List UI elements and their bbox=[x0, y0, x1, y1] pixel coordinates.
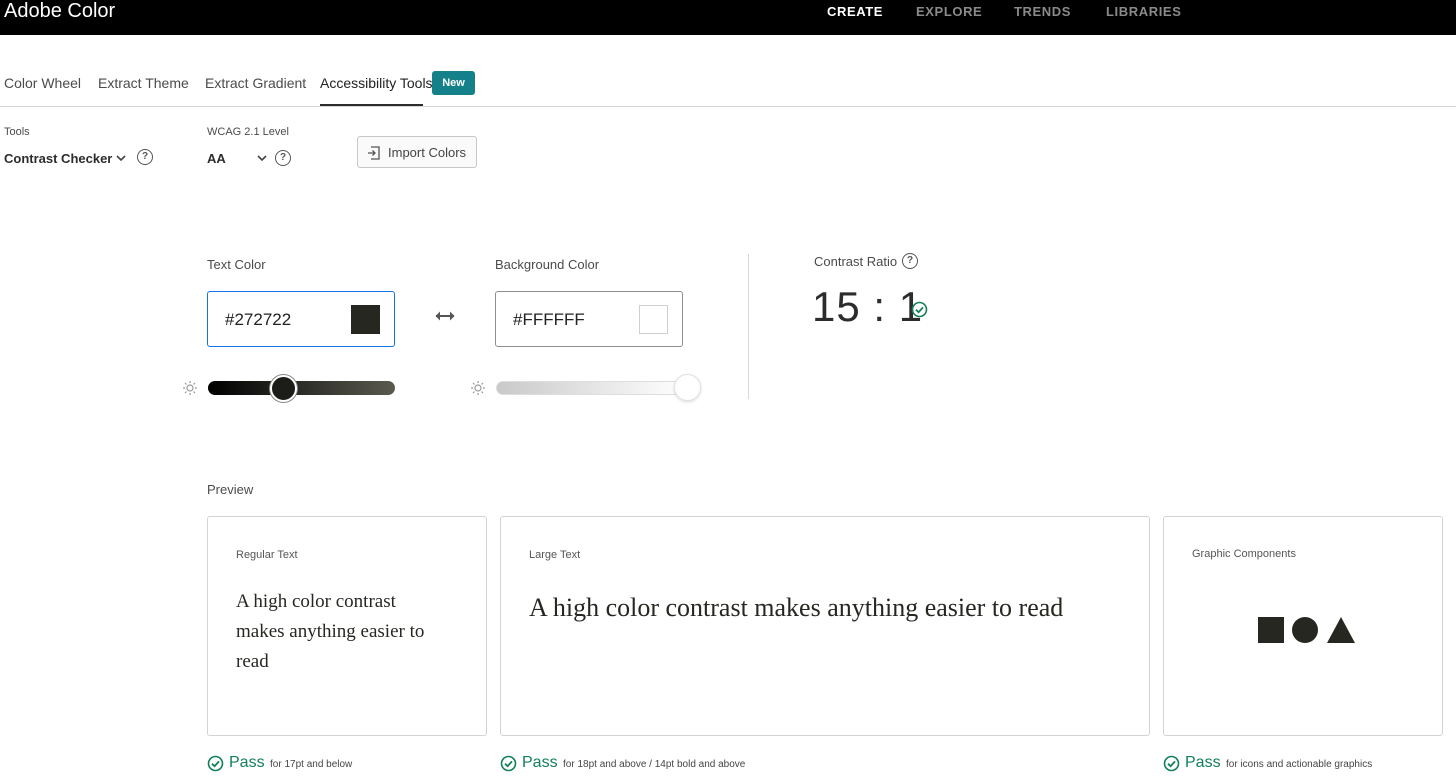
pass-note: for icons and actionable graphics bbox=[1226, 759, 1373, 770]
pass-note: for 17pt and below bbox=[270, 759, 353, 770]
pass-note: for 18pt and above / 14pt bold and above bbox=[563, 759, 746, 770]
check-circle-icon bbox=[911, 301, 928, 318]
contrast-ratio-label: Contrast Ratio bbox=[814, 254, 898, 269]
tools-help-icon[interactable]: ? bbox=[137, 149, 153, 165]
import-colors-button[interactable]: Import Colors bbox=[357, 136, 477, 168]
background-brightness-slider[interactable] bbox=[496, 381, 686, 395]
check-circle-icon bbox=[500, 755, 517, 772]
sample-shapes-graphic bbox=[1258, 617, 1355, 643]
nav-trends[interactable]: TRENDS bbox=[1014, 4, 1071, 19]
app-logo[interactable]: Adobe Color bbox=[4, 0, 115, 24]
large-text-title: Large Text bbox=[529, 549, 581, 561]
pass-label: Pass bbox=[1185, 754, 1221, 771]
contrast-help-icon[interactable]: ? bbox=[902, 253, 918, 269]
graphic-components-title: Graphic Components bbox=[1192, 548, 1296, 560]
tab-color-wheel[interactable]: Color Wheel bbox=[4, 75, 81, 91]
tools-label: Tools bbox=[4, 126, 30, 138]
tab-accessibility-tools[interactable]: Accessibility Tools bbox=[320, 75, 433, 91]
import-icon bbox=[368, 146, 380, 160]
tools-select[interactable]: Contrast Checker bbox=[4, 151, 112, 166]
tab-extract-gradient[interactable]: Extract Gradient bbox=[205, 75, 306, 91]
regular-text-sample: A high color contrast makes anything eas… bbox=[236, 591, 425, 672]
text-brightness-slider[interactable] bbox=[208, 381, 395, 395]
swap-colors-icon[interactable] bbox=[433, 307, 457, 325]
app-root: Adobe Color CREATE EXPLORE TRENDS LIBRAR… bbox=[0, 0, 1456, 778]
nav-libraries[interactable]: LIBRARIES bbox=[1106, 4, 1181, 19]
brightness-icon bbox=[471, 381, 485, 395]
background-brightness-handle[interactable] bbox=[674, 374, 701, 401]
graphic-components-card: Graphic Components bbox=[1163, 516, 1443, 736]
background-color-field[interactable] bbox=[495, 291, 683, 347]
brightness-icon bbox=[183, 381, 197, 395]
wcag-help-icon[interactable]: ? bbox=[275, 150, 291, 166]
wcag-select[interactable]: AA bbox=[207, 151, 226, 166]
background-color-swatch[interactable] bbox=[639, 305, 668, 334]
section-divider bbox=[748, 254, 749, 399]
wcag-label: WCAG 2.1 Level bbox=[207, 126, 289, 138]
import-colors-label: Import Colors bbox=[388, 145, 467, 160]
circle-shape bbox=[1292, 617, 1318, 643]
large-text-card: Large Text A high color contrast makes a… bbox=[500, 516, 1150, 736]
nav-explore[interactable]: EXPLORE bbox=[916, 4, 982, 19]
text-color-label: Text Color bbox=[207, 257, 266, 272]
regular-text-card: Regular Text A high color contrast makes… bbox=[207, 516, 487, 736]
check-circle-icon bbox=[207, 755, 224, 772]
new-badge: New bbox=[432, 71, 475, 95]
text-color-field[interactable] bbox=[207, 291, 395, 347]
text-color-swatch[interactable] bbox=[351, 305, 380, 334]
tabs-divider bbox=[0, 106, 1456, 107]
chevron-down-icon[interactable] bbox=[115, 152, 127, 164]
top-bar: Adobe Color CREATE EXPLORE TRENDS LIBRAR… bbox=[0, 0, 1456, 35]
check-circle-icon bbox=[1163, 755, 1180, 772]
contrast-ratio-value: 15 : 1 bbox=[812, 283, 924, 330]
text-color-input[interactable] bbox=[225, 309, 335, 331]
background-color-input[interactable] bbox=[513, 309, 623, 331]
pass-label: Pass bbox=[522, 754, 558, 771]
pass-label: Pass bbox=[229, 754, 265, 771]
tab-extract-theme[interactable]: Extract Theme bbox=[98, 75, 189, 91]
chevron-down-icon[interactable] bbox=[256, 152, 268, 164]
large-text-sample: A high color contrast makes anything eas… bbox=[529, 593, 1064, 622]
triangle-shape bbox=[1327, 617, 1355, 643]
text-brightness-handle[interactable] bbox=[270, 375, 297, 402]
square-shape bbox=[1258, 617, 1284, 643]
preview-label: Preview bbox=[207, 482, 254, 497]
nav-create[interactable]: CREATE bbox=[827, 4, 883, 19]
background-color-label: Background Color bbox=[495, 257, 600, 272]
regular-text-title: Regular Text bbox=[236, 549, 298, 561]
